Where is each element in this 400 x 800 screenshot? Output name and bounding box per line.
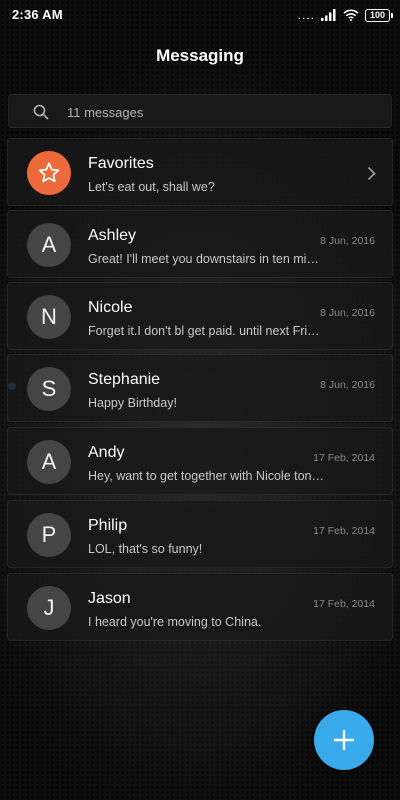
conversation-date: 8 Jun, 2016 [320, 379, 375, 391]
status-icons: .... 100 [297, 7, 393, 23]
conversation-date: 17 Feb, 2014 [313, 452, 375, 464]
conversation-date: 8 Jun, 2016 [320, 307, 375, 319]
avatar: A [27, 440, 71, 484]
avatar: A [27, 223, 71, 267]
favorites-avatar [27, 151, 71, 195]
conversation-preview: I heard you're moving to China. [88, 615, 262, 629]
signal-icon [321, 9, 336, 21]
favorites-item[interactable]: Favorites Let's eat out, shall we? [7, 138, 393, 206]
status-time: 2:36 AM [12, 7, 63, 22]
avatar: N [27, 295, 71, 339]
avatar: J [27, 586, 71, 630]
conversation-date: 17 Feb, 2014 [313, 525, 375, 537]
avatar: S [27, 367, 71, 411]
conversation-name: Jason [88, 590, 131, 607]
conversation-preview: Forget it.I don't bl get paid. until nex… [88, 324, 324, 338]
chevron-right-icon [367, 166, 376, 181]
conversation-item[interactable]: A Andy Hey, want to get together with Ni… [7, 427, 393, 495]
wifi-icon [343, 9, 359, 21]
conversation-preview: Great! I'll meet you downstairs in ten m… [88, 252, 324, 266]
conversation-item[interactable]: S Stephanie Happy Birthday! 8 Jun, 2016 [7, 354, 393, 422]
battery-icon: 100 [365, 8, 393, 22]
conversation-date: 8 Jun, 2016 [320, 235, 375, 247]
conversation-preview: LOL, that's so funny! [88, 542, 203, 556]
conversation-name: Ashley [88, 227, 137, 244]
conversation-preview: Let's eat out, shall we? [88, 180, 215, 194]
conversation-name: Philip [88, 517, 128, 534]
conversation-name: Stephanie [88, 371, 161, 388]
conversation-name: Nicole [88, 299, 133, 316]
conversation-name: Favorites [88, 155, 154, 172]
page-title: Messaging [156, 46, 244, 65]
avatar: P [27, 513, 71, 557]
search-placeholder: 11 messages [67, 105, 144, 120]
dots-icon: .... [297, 8, 315, 22]
conversation-item[interactable]: P Philip LOL, that's so funny! 17 Feb, 2… [7, 500, 393, 568]
plus-icon [334, 730, 354, 750]
search-icon [33, 104, 49, 120]
status-bar: 2:36 AM .... 100 [0, 0, 400, 30]
conversation-preview: Hey, want to get together with Nicole to… [88, 469, 324, 483]
new-message-button[interactable] [314, 710, 374, 770]
conversation-name: Andy [88, 444, 125, 461]
conversation-item[interactable]: J Jason I heard you're moving to China. … [7, 573, 393, 641]
conversation-item[interactable]: N Nicole Forget it.I don't bl get paid. … [7, 282, 393, 350]
search-input[interactable]: 11 messages [8, 94, 392, 128]
conversation-date: 17 Feb, 2014 [313, 598, 375, 610]
star-icon [38, 162, 60, 183]
conversation-item[interactable]: A Ashley Great! I'll meet you downstairs… [7, 210, 393, 278]
conversation-preview: Happy Birthday! [88, 396, 177, 410]
